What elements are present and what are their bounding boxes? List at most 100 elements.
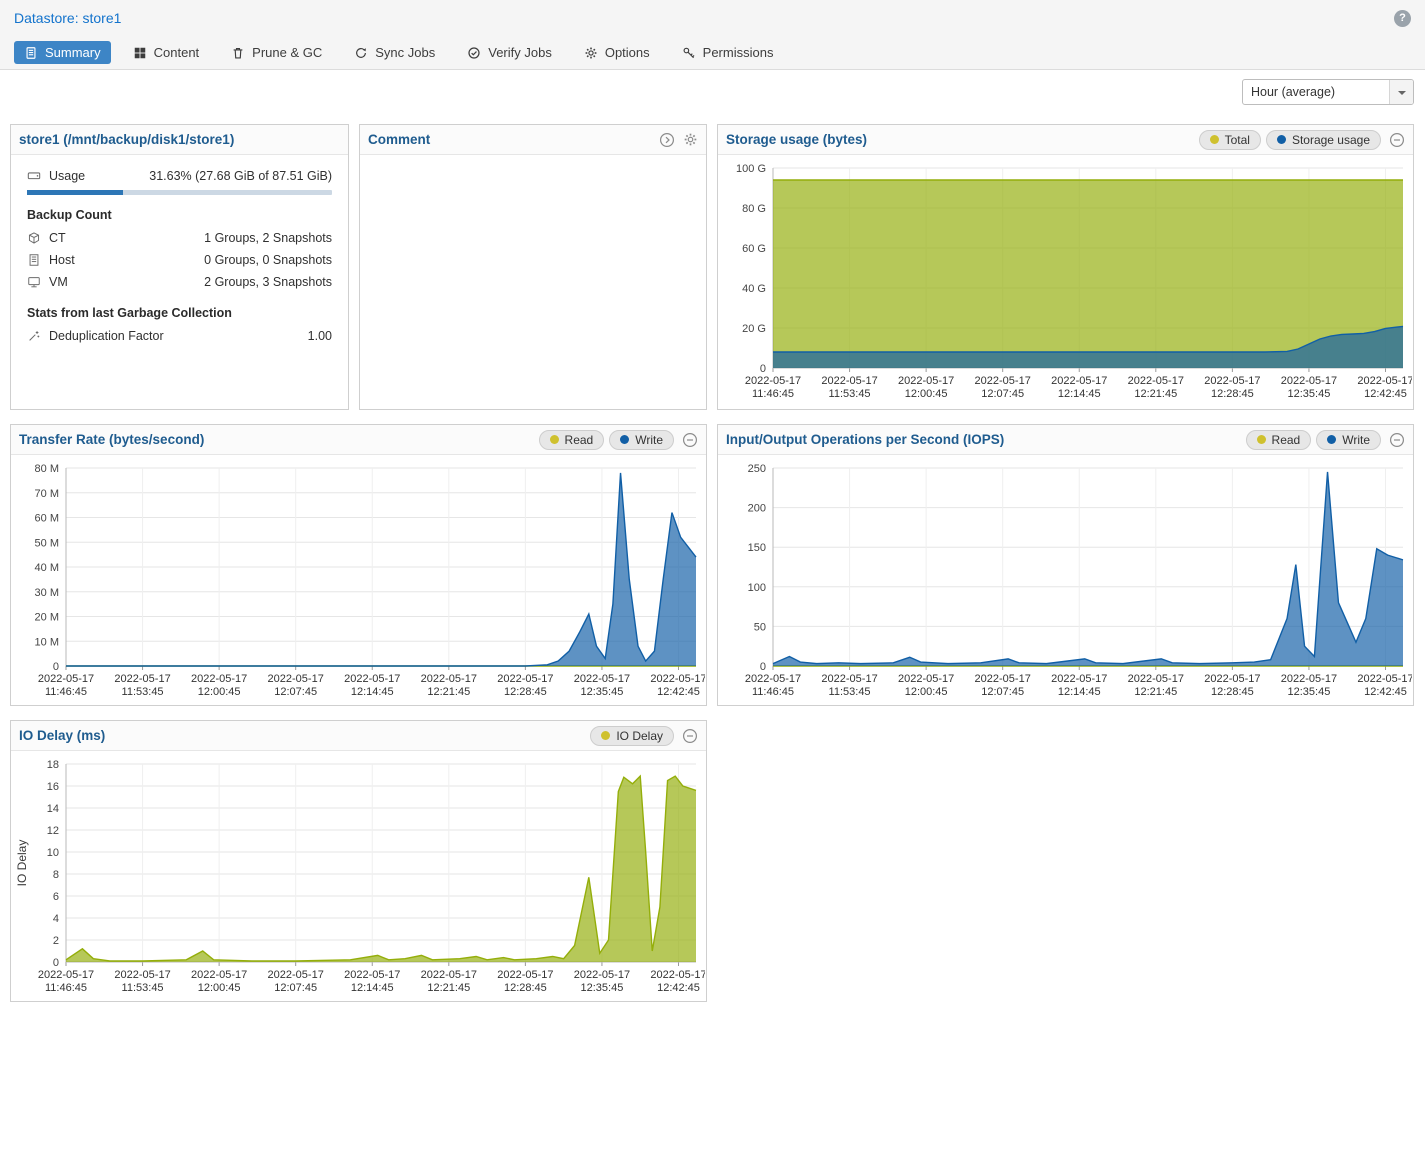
svg-text:12:21:45: 12:21:45 <box>1134 686 1177 698</box>
svg-text:11:46:45: 11:46:45 <box>752 388 794 400</box>
tab-summary[interactable]: Summary <box>14 41 111 64</box>
tab-options[interactable]: Options <box>574 41 660 64</box>
svg-text:12:42:45: 12:42:45 <box>1364 686 1407 698</box>
svg-text:2022-05-17: 2022-05-17 <box>898 375 954 387</box>
tab-content[interactable]: Content <box>123 41 210 64</box>
svg-text:11:46:45: 11:46:45 <box>752 686 794 698</box>
storage-usage-panel: Storage usage (bytes) Total Storage usag… <box>717 124 1414 410</box>
svg-text:2022-05-17: 2022-05-17 <box>1204 375 1260 387</box>
host-label: Host <box>49 253 75 267</box>
svg-text:10: 10 <box>47 847 59 859</box>
usage-label: Usage <box>49 169 85 183</box>
svg-text:12:28:45: 12:28:45 <box>504 982 547 994</box>
panel-header: Comment <box>360 125 706 155</box>
svg-text:2022-05-17: 2022-05-17 <box>191 673 247 685</box>
svg-text:12:00:45: 12:00:45 <box>198 686 241 698</box>
svg-text:2022-05-17: 2022-05-17 <box>1281 375 1337 387</box>
panel-header: IO Delay (ms) IO Delay <box>11 721 706 751</box>
summary-body: Usage 31.63% (27.68 GiB of 87.51 GiB) Ba… <box>11 155 348 347</box>
tab-label: Sync Jobs <box>375 45 435 60</box>
panel-header: Transfer Rate (bytes/second) Read Write <box>11 425 706 455</box>
legend-dot <box>620 435 629 444</box>
tab-verify-jobs[interactable]: Verify Jobs <box>457 41 562 64</box>
svg-text:12:35:45: 12:35:45 <box>1288 686 1331 698</box>
svg-text:2022-05-17: 2022-05-17 <box>344 969 400 981</box>
svg-text:12:28:45: 12:28:45 <box>504 686 547 698</box>
svg-text:6: 6 <box>53 891 59 903</box>
legend-dot <box>601 731 610 740</box>
help-icon[interactable]: ? <box>1394 10 1411 27</box>
svg-text:12:07:45: 12:07:45 <box>274 982 317 994</box>
key-icon <box>682 46 696 60</box>
svg-text:20 M: 20 M <box>35 612 59 624</box>
collapse-icon[interactable] <box>682 432 698 448</box>
svg-text:2: 2 <box>53 935 59 947</box>
legend-io-delay[interactable]: IO Delay <box>590 726 674 746</box>
ct-row: CT 1 Groups, 2 Snapshots <box>27 227 332 249</box>
svg-text:12: 12 <box>47 825 59 837</box>
svg-text:12:42:45: 12:42:45 <box>1364 388 1407 400</box>
svg-text:200: 200 <box>748 503 766 515</box>
gear-icon[interactable] <box>683 132 698 147</box>
svg-text:50: 50 <box>754 621 766 633</box>
svg-text:50 M: 50 M <box>35 537 59 549</box>
svg-text:14: 14 <box>47 803 59 815</box>
host-row: Host 0 Groups, 0 Snapshots <box>27 249 332 271</box>
svg-text:2022-05-17: 2022-05-17 <box>268 969 324 981</box>
legend-dot <box>1210 135 1219 144</box>
svg-text:11:46:45: 11:46:45 <box>45 982 87 994</box>
legend-write[interactable]: Write <box>609 430 674 450</box>
svg-text:100 G: 100 G <box>736 163 766 175</box>
tab-prune-gc[interactable]: Prune & GC <box>221 41 332 64</box>
svg-text:12:07:45: 12:07:45 <box>981 388 1024 400</box>
legend-write[interactable]: Write <box>1316 430 1381 450</box>
svg-text:30 M: 30 M <box>35 587 59 599</box>
collapse-icon[interactable] <box>682 728 698 744</box>
backup-count-title: Backup Count <box>27 208 332 222</box>
tab-permissions[interactable]: Permissions <box>672 41 784 64</box>
svg-text:IO Delay: IO Delay <box>15 840 29 887</box>
chevron-down-icon[interactable] <box>1389 80 1413 104</box>
svg-text:0: 0 <box>53 957 59 969</box>
collapse-icon[interactable] <box>1389 132 1405 148</box>
panel-title: Comment <box>368 132 430 147</box>
legend-dot <box>550 435 559 444</box>
panel-title: IO Delay (ms) <box>19 728 105 743</box>
tab-sync-jobs[interactable]: Sync Jobs <box>344 41 445 64</box>
legend-dot <box>1327 435 1336 444</box>
panel-header: Input/Output Operations per Second (IOPS… <box>718 425 1413 455</box>
gear-icon <box>584 46 598 60</box>
timeframe-select[interactable]: Hour (average) <box>1242 79 1414 105</box>
svg-text:2022-05-17: 2022-05-17 <box>1128 673 1184 685</box>
svg-text:2022-05-17: 2022-05-17 <box>745 673 801 685</box>
svg-text:2022-05-17: 2022-05-17 <box>497 969 553 981</box>
svg-text:2022-05-17: 2022-05-17 <box>344 673 400 685</box>
legend-storage-usage[interactable]: Storage usage <box>1266 130 1381 150</box>
legend-read[interactable]: Read <box>1246 430 1312 450</box>
svg-text:0: 0 <box>53 661 59 673</box>
transfer-rate-panel: Transfer Rate (bytes/second) Read Write <box>10 424 707 706</box>
ct-value: 1 Groups, 2 Snapshots <box>204 231 332 245</box>
usage-progress-fill <box>27 190 123 195</box>
chart-legend: Total Storage usage <box>1199 130 1381 150</box>
collapse-icon[interactable] <box>1389 432 1405 448</box>
iops-chart: 0501001502002502022-05-1711:46:452022-05… <box>719 456 1412 704</box>
toolbar-row: Hour (average) <box>0 70 1425 114</box>
svg-text:12:14:45: 12:14:45 <box>351 982 394 994</box>
svg-text:0: 0 <box>760 363 766 375</box>
svg-text:80 G: 80 G <box>742 203 766 215</box>
svg-text:12:14:45: 12:14:45 <box>351 686 394 698</box>
legend-dot <box>1257 435 1266 444</box>
svg-text:12:35:45: 12:35:45 <box>1288 388 1331 400</box>
svg-text:12:28:45: 12:28:45 <box>1211 686 1254 698</box>
tab-label: Permissions <box>703 45 774 60</box>
legend-total[interactable]: Total <box>1199 130 1261 150</box>
legend-read[interactable]: Read <box>539 430 605 450</box>
vm-value: 2 Groups, 3 Snapshots <box>204 275 332 289</box>
trash-icon <box>231 46 245 60</box>
svg-text:2022-05-17: 2022-05-17 <box>574 969 630 981</box>
svg-text:2022-05-17: 2022-05-17 <box>821 673 877 685</box>
svg-text:2022-05-17: 2022-05-17 <box>497 673 553 685</box>
datastore-tabbar: Summary Content Prune & GC Sync Jobs <box>0 36 1425 70</box>
chevron-right-circle-icon[interactable] <box>659 132 675 148</box>
